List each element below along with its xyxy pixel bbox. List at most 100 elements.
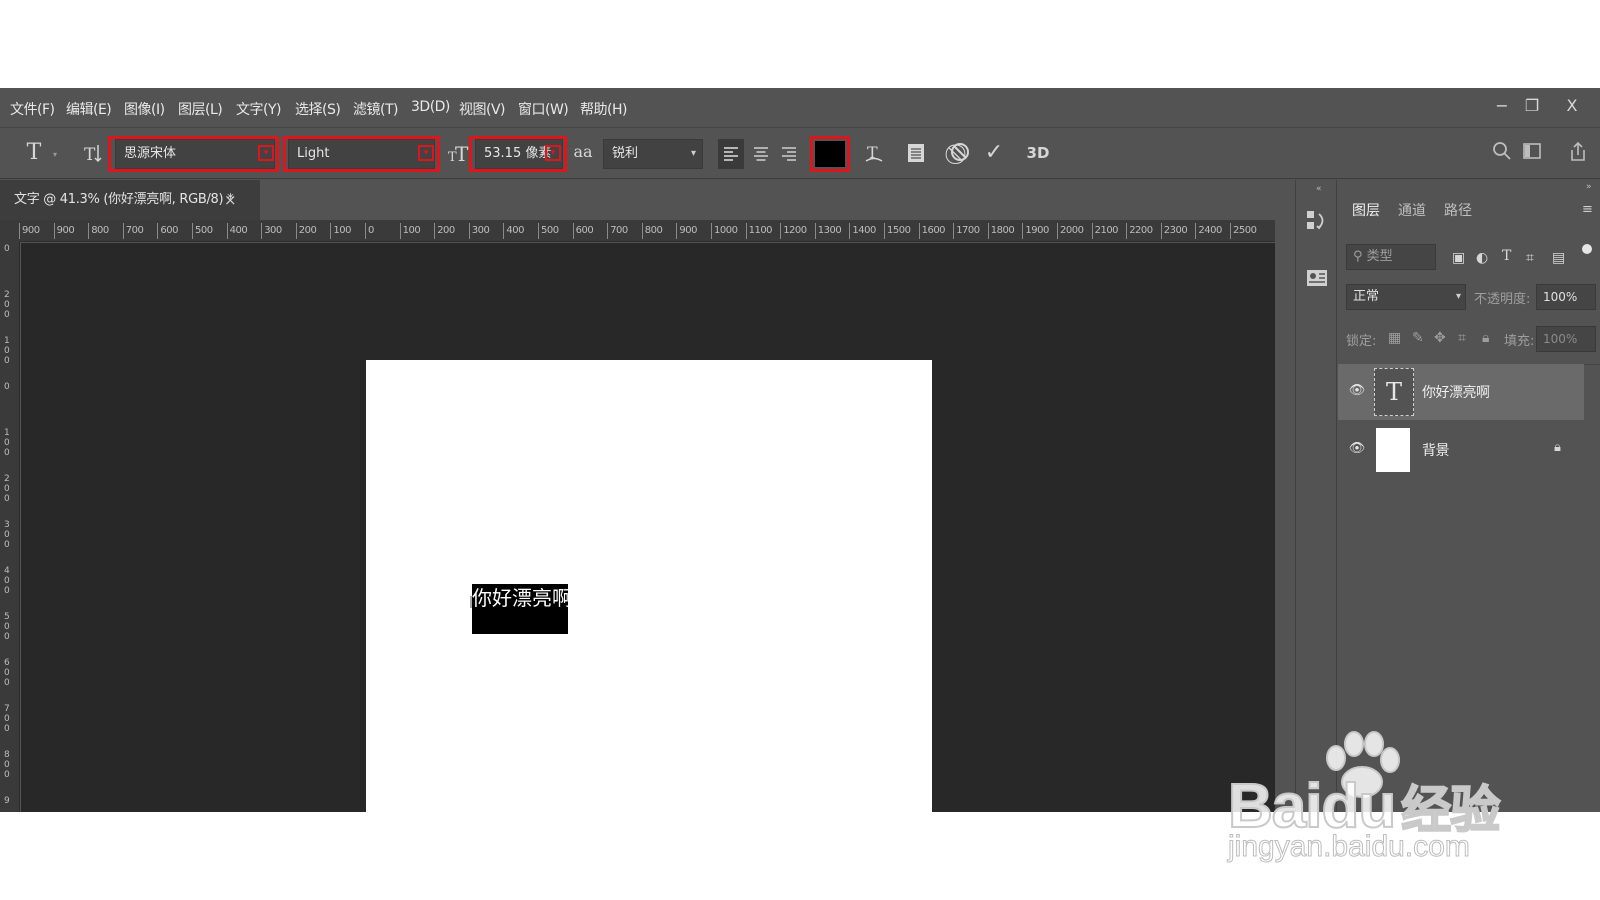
menu-type[interactable]: 文字(Y)	[236, 99, 281, 119]
cancel-circle-icon[interactable]	[948, 141, 972, 170]
lock-transparent-icon[interactable]: ▦	[1388, 330, 1401, 346]
tool-preset-chevron-icon[interactable]: ▾	[50, 143, 60, 167]
filter-type-label: 类型	[1366, 249, 1393, 264]
document-canvas[interactable]: 你好漂亮啊	[366, 360, 932, 812]
text-color-swatch[interactable]	[815, 141, 845, 167]
ruler-tick-label: 1000	[710, 223, 738, 239]
opacity-value: 100%	[1543, 290, 1578, 304]
canvas-area[interactable]: 你好漂亮啊	[21, 243, 1275, 812]
layer-row-text[interactable]: 👁︎ T 你好漂亮啊	[1338, 364, 1584, 420]
filter-smart-object-icon[interactable]: ▤	[1552, 250, 1565, 266]
ruler-tick-label: 300	[261, 223, 282, 239]
visibility-eye-icon[interactable]: 👁︎	[1348, 382, 1366, 400]
ruler-tick-label: 0	[365, 223, 374, 239]
lock-artboard-icon[interactable]: ⌗	[1458, 330, 1466, 346]
collapse-left-icon[interactable]: «	[1316, 184, 1322, 194]
layer-name[interactable]: 你好漂亮啊	[1422, 382, 1490, 402]
ruler-tick-label: 700	[4, 704, 10, 734]
tab-channels[interactable]: 通道	[1398, 200, 1426, 220]
ruler-tick-label: 2500	[1229, 223, 1257, 239]
filter-search-icon: ⚲	[1353, 249, 1363, 264]
layer-row-background[interactable]: 👁︎ 背景 🔒︎	[1338, 422, 1584, 478]
font-size-chevron-icon[interactable]: ▾	[545, 145, 561, 161]
ruler-tick-label: 700	[122, 223, 144, 239]
horizontal-ruler[interactable]: 900 900 800 700 600 500 400 300 200 100 0 100 200 300…	[19, 220, 1275, 242]
ruler-tick-label: 600	[572, 223, 594, 239]
menu-layer[interactable]: 图层(L)	[178, 99, 223, 119]
svg-text:T: T	[84, 145, 96, 165]
filter-toggle-icon[interactable]	[1582, 244, 1592, 254]
collapsed-panels-column: «	[1295, 180, 1337, 812]
opacity-field[interactable]: 100%	[1536, 284, 1596, 310]
ruler-tick-label: 0	[4, 244, 10, 254]
lock-image-brush-icon[interactable]: ✎	[1412, 330, 1424, 346]
fill-value: 100%	[1543, 332, 1578, 346]
restore-button[interactable]: ❐	[1522, 96, 1542, 116]
character-panel-icon[interactable]	[904, 141, 928, 172]
type-tool-icon[interactable]: T	[22, 141, 46, 165]
ruler-tick-label: 900	[53, 223, 75, 239]
font-style-chevron-icon[interactable]: ▾	[418, 145, 434, 161]
antialias-chevron-icon: ▾	[690, 148, 696, 159]
close-window-button[interactable]: X	[1562, 96, 1582, 116]
lock-position-icon[interactable]: ✥	[1434, 330, 1446, 346]
menu-bar: 文件(F) 编辑(E) 图像(I) 图层(L) 文字(Y) 选择(S) 滤镜(T…	[0, 88, 1600, 128]
blend-mode-dropdown[interactable]: 正常 ▾	[1346, 284, 1466, 310]
document-tab[interactable]: 文字 @ 41.3% (你好漂亮啊, RGB/8) * ×	[0, 180, 260, 220]
layer-lock-icon: 🔒︎	[1554, 440, 1561, 455]
text-orientation-icon[interactable]: T	[80, 141, 106, 172]
menu-image[interactable]: 图像(I)	[124, 99, 165, 119]
menu-window[interactable]: 窗口(W)	[518, 99, 569, 119]
ruler-tick-label: 100	[330, 223, 351, 239]
layer-name[interactable]: 背景	[1422, 440, 1450, 460]
menu-view[interactable]: 视图(V)	[459, 99, 506, 119]
menu-edit[interactable]: 编辑(E)	[66, 99, 112, 119]
panel-menu-icon[interactable]: ≡	[1582, 202, 1593, 217]
close-tab-button[interactable]: ×	[224, 180, 237, 220]
font-family-chevron-icon[interactable]: ▾	[258, 145, 274, 161]
history-panel-icon[interactable]	[1304, 208, 1330, 238]
tab-strip	[260, 180, 1294, 220]
commit-check-icon[interactable]: ✓	[982, 141, 1006, 165]
workspace-icon[interactable]	[1520, 141, 1544, 168]
filter-pixel-icon[interactable]: ▣	[1452, 250, 1465, 266]
fill-field[interactable]: 100%	[1536, 326, 1596, 352]
warp-text-icon[interactable]: T	[862, 141, 886, 172]
ruler-tick-label: 200	[295, 223, 317, 239]
lock-all-icon[interactable]: 🔒︎	[1482, 330, 1489, 346]
ruler-tick-label: 600	[157, 223, 178, 239]
tab-paths[interactable]: 路径	[1444, 200, 1472, 220]
lock-label: 锁定:	[1346, 334, 1377, 349]
share-icon[interactable]	[1566, 141, 1590, 170]
layer-filter-dropdown[interactable]: ⚲ 类型	[1346, 244, 1436, 270]
filter-adjustment-icon[interactable]: ◐	[1476, 250, 1488, 266]
tab-layers[interactable]: 图层	[1352, 200, 1380, 220]
menu-help[interactable]: 帮助(H)	[580, 99, 627, 119]
menu-3d[interactable]: 3D(D)	[411, 99, 450, 115]
filter-shape-icon[interactable]: ⌗	[1526, 250, 1534, 266]
blend-mode-value: 正常	[1353, 289, 1380, 304]
menu-filter[interactable]: 滤镜(T)	[353, 99, 398, 119]
properties-panel-icon[interactable]	[1304, 266, 1330, 296]
align-right-icon[interactable]	[776, 139, 802, 173]
ruler-tick-label: 0	[4, 382, 10, 392]
ruler-tick-label: 200	[4, 474, 10, 504]
search-icon[interactable]	[1490, 141, 1514, 168]
minimize-button[interactable]: −	[1492, 96, 1512, 116]
visibility-eye-icon[interactable]: 👁︎	[1348, 440, 1366, 458]
ruler-tick-label: 400	[503, 223, 524, 239]
filter-type-icon[interactable]: T	[1502, 248, 1511, 264]
menu-select[interactable]: 选择(S)	[295, 99, 341, 119]
collapse-right-icon[interactable]: »	[1586, 182, 1592, 192]
menu-file[interactable]: 文件(F)	[10, 99, 55, 119]
antialias-dropdown[interactable]: 锐利 ▾	[603, 139, 703, 169]
text-layer-content[interactable]: 你好漂亮啊	[472, 584, 568, 634]
options-bar: T ▾ T 思源宋体 ▾ Light ▾ TT 53.15 像素 ▾ aa 锐利…	[0, 129, 1600, 179]
watermark-site: jingyan.baidu.com	[1228, 830, 1471, 864]
3d-button[interactable]: 3D	[1024, 141, 1052, 165]
ruler-tick-label: 1300	[814, 223, 842, 239]
align-left-icon[interactable]	[718, 139, 744, 169]
opacity-label: 不透明度:	[1474, 292, 1531, 307]
vertical-ruler[interactable]: 0 200 100 0 100 200 300 400 500 600 700 800 9	[0, 242, 20, 812]
align-center-icon[interactable]	[748, 139, 774, 173]
